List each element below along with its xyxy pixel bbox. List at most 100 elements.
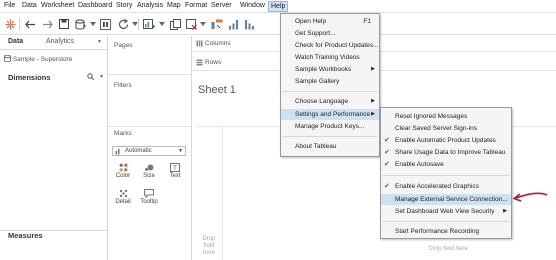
menu-item-settings-performance[interactable]: Settings and Performance ▶ [281, 109, 379, 120]
tab-data[interactable]: Data [8, 38, 23, 45]
pause-auto-updates-icon[interactable] [98, 17, 112, 31]
duplicate-sheet-icon[interactable] [168, 17, 182, 31]
chevron-down-icon[interactable] [196, 17, 210, 31]
menu-format[interactable]: Format [185, 2, 207, 9]
menu-window[interactable]: Window [240, 2, 265, 9]
menu-item-label: Enable Automatic Product Updates [395, 137, 496, 144]
sheet-title[interactable]: Sheet 1 [198, 84, 236, 96]
text-icon: T [170, 163, 180, 172]
new-data-source-icon[interactable] [73, 17, 87, 31]
swap-rows-columns-icon[interactable] [210, 17, 224, 31]
menu-item-manage-product-keys[interactable]: Manage Product Keys... [281, 121, 379, 132]
tooltip-button-label: Tooltip [140, 199, 158, 205]
mark-type-dropdown[interactable]: Automatic ▼ [112, 146, 186, 156]
size-icon [145, 164, 154, 171]
drop-field-left[interactable]: Drop field here [198, 236, 220, 257]
rows-icon [196, 59, 203, 66]
tooltip-button[interactable]: Tooltip [139, 188, 159, 210]
menu-item-enable-autosave[interactable]: ✔ Enable Autosave [381, 159, 511, 170]
menu-item-label: Choose Language [295, 98, 349, 105]
settings-performance-submenu: Reset Ignored Messages Clear Saved Serve… [380, 107, 512, 239]
menu-item-choose-language[interactable]: Choose Language ▶ [281, 96, 379, 107]
checkmark-icon: ✔ [384, 161, 390, 168]
menu-item-label: Enable Accelerated Graphics [395, 183, 479, 190]
columns-shelf-label: Columns [205, 40, 231, 47]
menu-separator [283, 136, 377, 137]
pages-card-title: Pages [114, 42, 133, 49]
dimensions-header: Dimensions [8, 73, 51, 82]
detail-icon [119, 189, 127, 198]
menu-item-enable-auto-updates[interactable]: ✔ Enable Automatic Product Updates [381, 135, 511, 146]
menu-analysis[interactable]: Analysis [137, 2, 163, 9]
undo-icon[interactable] [23, 17, 37, 31]
menu-item-share-usage-data[interactable]: ✔ Share Usage Data to Improve Tableau [381, 147, 511, 158]
menu-item-get-support[interactable]: Get Support... [281, 28, 379, 39]
menu-server[interactable]: Server [211, 2, 232, 9]
checkmark-icon: ✔ [384, 149, 390, 156]
size-button[interactable]: Size [139, 162, 159, 184]
menu-item-label: Sample Gallery [295, 78, 340, 85]
chevron-down-icon: ▼ [178, 148, 183, 154]
chevron-down-icon[interactable]: ▼ [97, 39, 102, 45]
menu-item-dashboard-web-view-security[interactable]: Set Dashboard Web View Security ▶ [381, 206, 511, 217]
redo-icon[interactable] [40, 17, 54, 31]
menu-data[interactable]: Data [22, 2, 37, 9]
menu-bar: File Data Worksheet Dashboard Story Anal… [0, 0, 556, 13]
menu-separator [383, 221, 509, 222]
menu-item-label: Settings and Performance [295, 111, 371, 118]
data-source-item[interactable]: Sample - Superstore [4, 54, 72, 63]
card-divider [108, 126, 192, 127]
menu-item-check-updates[interactable]: Check for Product Updates... [281, 40, 379, 51]
text-button[interactable]: T Text [165, 162, 185, 184]
submenu-arrow-icon: ▶ [503, 208, 507, 214]
menu-item-label: Check for Product Updates... [295, 42, 379, 49]
menu-item-accelerated-graphics[interactable]: ✔ Enable Accelerated Graphics [381, 181, 511, 192]
color-button-label: Color [115, 173, 131, 179]
menu-item-about-tableau[interactable]: About Tableau [281, 141, 379, 152]
search-icon[interactable] [87, 73, 95, 82]
tab-analytics[interactable]: Analytics [46, 38, 74, 45]
menu-item-manage-external-service[interactable]: Manage External Service Connection... [381, 194, 511, 205]
chevron-down-icon[interactable] [155, 17, 169, 31]
menu-item-shortcut: F1 [363, 18, 371, 25]
submenu-arrow-icon: ▶ [371, 66, 375, 72]
new-worksheet-icon[interactable] [142, 17, 156, 31]
sort-descending-icon[interactable] [242, 17, 256, 31]
detail-button[interactable]: Detail [113, 188, 133, 210]
measures-header: Measures [8, 231, 43, 240]
menu-file[interactable]: File [4, 2, 15, 9]
menu-item-label: Share Usage Data to Improve Tableau [395, 149, 506, 156]
chevron-down-icon[interactable]: ▼ [99, 74, 104, 80]
menu-item-sample-gallery[interactable]: Sample Gallery [281, 76, 379, 87]
menu-dashboard[interactable]: Dashboard [78, 2, 112, 9]
menu-item-reset-ignored-messages[interactable]: Reset Ignored Messages [381, 111, 511, 122]
menu-item-clear-saved-sign-ins[interactable]: Clear Saved Server Sign-ins [381, 123, 511, 134]
menu-item-start-performance-recording[interactable]: Start Performance Recording [381, 226, 511, 237]
drop-field-bottom[interactable]: Drop field here [418, 246, 478, 253]
sort-ascending-icon[interactable] [226, 17, 240, 31]
color-icon [119, 163, 127, 172]
menu-item-label: Reset Ignored Messages [395, 113, 468, 120]
marks-card-title: Marks [114, 130, 132, 137]
menu-map[interactable]: Map [167, 2, 181, 9]
tableau-logo-icon[interactable] [3, 17, 17, 31]
color-button[interactable]: Color [113, 162, 133, 184]
menu-item-sample-workbooks[interactable]: Sample Workbooks ▶ [281, 64, 379, 75]
menu-story[interactable]: Story [116, 2, 132, 9]
menu-separator [383, 175, 509, 176]
data-pane-tabs: Data Analytics ▼ [0, 36, 107, 50]
menu-worksheet[interactable]: Worksheet [41, 2, 74, 9]
menu-help[interactable]: Help [268, 1, 289, 12]
menu-item-training-videos[interactable]: Watch Training Videos [281, 52, 379, 63]
chevron-down-icon[interactable] [128, 17, 142, 31]
menu-item-label: Sample Workbooks [295, 66, 352, 73]
cards-column: Pages Filters Marks Automatic ▼ Color Si… [108, 36, 192, 260]
menu-item-label: Set Dashboard Web View Security [395, 208, 495, 215]
tooltip-icon [144, 189, 154, 198]
toolbar-separator [138, 18, 139, 30]
menu-item-label: Enable Autosave [395, 161, 444, 168]
menu-item-open-help[interactable]: Open Help F1 [281, 16, 379, 27]
submenu-arrow-icon: ▶ [371, 98, 375, 104]
rows-shelf-label: Rows [205, 59, 222, 66]
save-icon[interactable] [57, 17, 71, 31]
